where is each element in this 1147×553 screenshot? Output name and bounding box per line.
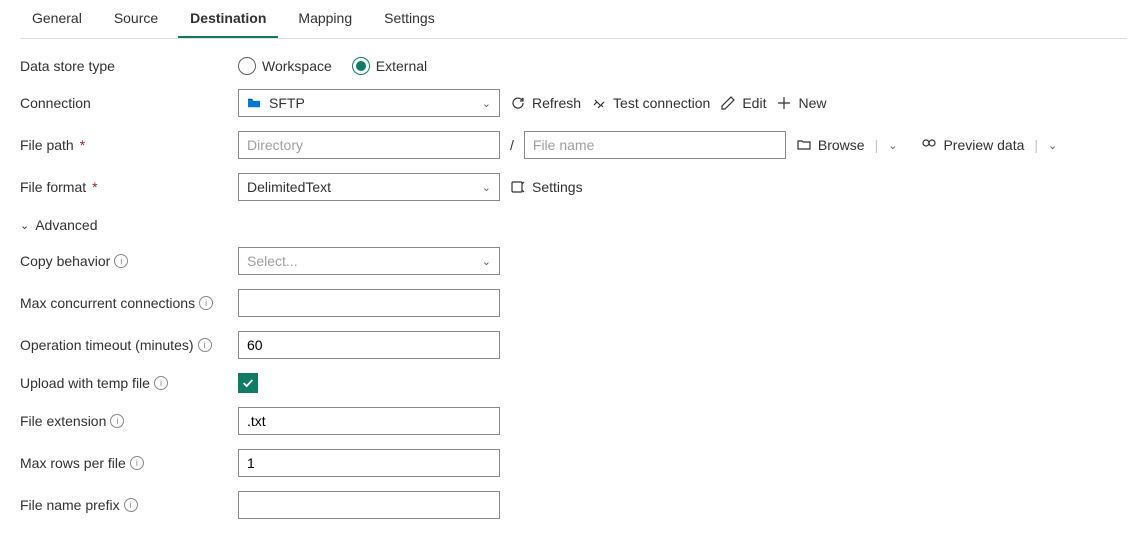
info-icon[interactable]: i bbox=[110, 414, 124, 428]
refresh-icon bbox=[510, 95, 526, 111]
info-icon[interactable]: i bbox=[198, 338, 212, 352]
operation-timeout-input[interactable] bbox=[238, 331, 500, 359]
label-max-concurrent: Max concurrent connections bbox=[20, 295, 195, 311]
required-asterisk-2: * bbox=[92, 179, 97, 195]
label-upload-temp: Upload with temp file bbox=[20, 375, 150, 391]
folder-icon bbox=[247, 97, 261, 109]
checkmark-icon bbox=[241, 376, 255, 390]
filename-input[interactable] bbox=[524, 131, 786, 159]
settings-gear-icon bbox=[510, 179, 526, 195]
row-file-format: File format * DelimitedText ⌄ Settings bbox=[20, 173, 1127, 201]
upload-temp-checkbox[interactable] bbox=[238, 373, 258, 393]
refresh-button[interactable]: Refresh bbox=[510, 95, 581, 111]
settings-label: Settings bbox=[532, 179, 583, 195]
row-file-extension: File extension i bbox=[20, 407, 1127, 435]
radio-circle-icon bbox=[238, 57, 256, 75]
test-connection-button[interactable]: Test connection bbox=[591, 95, 710, 111]
tab-destination[interactable]: Destination bbox=[178, 0, 278, 38]
path-separator: / bbox=[510, 137, 514, 153]
row-operation-timeout: Operation timeout (minutes) i bbox=[20, 331, 1127, 359]
tab-source[interactable]: Source bbox=[102, 0, 170, 38]
new-label: New bbox=[798, 95, 826, 111]
radio-dot-icon bbox=[356, 61, 366, 71]
chevron-down-icon: ⌄ bbox=[482, 255, 491, 268]
label-file-extension: File extension bbox=[20, 413, 106, 429]
label-copy-behavior: Copy behavior bbox=[20, 253, 110, 269]
label-data-store-type: Data store type bbox=[20, 58, 115, 74]
label-file-path: File path bbox=[20, 137, 74, 153]
row-upload-temp: Upload with temp file i bbox=[20, 373, 1127, 393]
max-rows-input[interactable] bbox=[238, 449, 500, 477]
format-settings-button[interactable]: Settings bbox=[510, 179, 583, 195]
label-file-format: File format bbox=[20, 179, 86, 195]
chevron-down-advanced-icon: ⌄ bbox=[20, 219, 29, 232]
browse-folder-icon bbox=[796, 137, 812, 153]
info-icon[interactable]: i bbox=[154, 376, 168, 390]
edit-label: Edit bbox=[742, 95, 766, 111]
file-prefix-input[interactable] bbox=[238, 491, 500, 519]
preview-icon bbox=[921, 137, 937, 153]
row-max-concurrent: Max concurrent connections i bbox=[20, 289, 1127, 317]
directory-input[interactable] bbox=[238, 131, 500, 159]
info-icon[interactable]: i bbox=[124, 498, 138, 512]
radio-external[interactable]: External bbox=[352, 57, 427, 75]
copy-behavior-placeholder: Select... bbox=[247, 253, 298, 269]
info-icon[interactable]: i bbox=[114, 254, 128, 268]
row-file-path: File path * / Browse | ⌄ Preview data | … bbox=[20, 131, 1127, 159]
file-format-value: DelimitedText bbox=[247, 179, 331, 195]
advanced-label: Advanced bbox=[35, 217, 97, 233]
connection-value: SFTP bbox=[269, 95, 305, 111]
divider: | bbox=[875, 137, 879, 153]
row-file-prefix: File name prefix i bbox=[20, 491, 1127, 519]
row-connection: Connection SFTP ⌄ Refresh Test connectio… bbox=[20, 89, 1127, 117]
plus-icon bbox=[776, 95, 792, 111]
required-asterisk: * bbox=[80, 137, 85, 153]
max-concurrent-input[interactable] bbox=[238, 289, 500, 317]
label-connection: Connection bbox=[20, 95, 91, 111]
test-connection-label: Test connection bbox=[613, 95, 710, 111]
tab-mapping[interactable]: Mapping bbox=[286, 0, 364, 38]
label-max-rows: Max rows per file bbox=[20, 455, 126, 471]
browse-chevron-icon[interactable]: ⌄ bbox=[888, 139, 897, 152]
label-operation-timeout: Operation timeout (minutes) bbox=[20, 337, 194, 353]
edit-icon bbox=[720, 95, 736, 111]
test-connection-icon bbox=[591, 95, 607, 111]
file-extension-input[interactable] bbox=[238, 407, 500, 435]
radio-workspace[interactable]: Workspace bbox=[238, 57, 332, 75]
info-icon[interactable]: i bbox=[199, 296, 213, 310]
chevron-down-icon: ⌄ bbox=[482, 97, 491, 110]
radio-circle-selected-icon bbox=[352, 57, 370, 75]
browse-button[interactable]: Browse bbox=[796, 137, 865, 153]
tab-general[interactable]: General bbox=[20, 0, 94, 38]
edit-button[interactable]: Edit bbox=[720, 95, 766, 111]
row-copy-behavior: Copy behavior i Select... ⌄ bbox=[20, 247, 1127, 275]
refresh-label: Refresh bbox=[532, 95, 581, 111]
advanced-toggle[interactable]: ⌄ Advanced bbox=[20, 217, 1127, 233]
file-format-select[interactable]: DelimitedText ⌄ bbox=[238, 173, 500, 201]
row-data-store-type: Data store type Workspace External bbox=[20, 57, 1127, 75]
browse-label: Browse bbox=[818, 137, 865, 153]
preview-chevron-icon[interactable]: ⌄ bbox=[1048, 139, 1057, 152]
tab-settings[interactable]: Settings bbox=[372, 0, 447, 38]
radio-workspace-label: Workspace bbox=[262, 58, 332, 74]
new-button[interactable]: New bbox=[776, 95, 826, 111]
connection-select[interactable]: SFTP ⌄ bbox=[238, 89, 500, 117]
preview-data-label: Preview data bbox=[943, 137, 1024, 153]
preview-data-button[interactable]: Preview data bbox=[921, 137, 1024, 153]
divider-2: | bbox=[1034, 137, 1038, 153]
row-max-rows: Max rows per file i bbox=[20, 449, 1127, 477]
copy-behavior-select[interactable]: Select... ⌄ bbox=[238, 247, 500, 275]
chevron-down-icon: ⌄ bbox=[482, 181, 491, 194]
tabs-row: General Source Destination Mapping Setti… bbox=[20, 0, 1127, 39]
label-file-prefix: File name prefix bbox=[20, 497, 120, 513]
radio-external-label: External bbox=[376, 58, 427, 74]
info-icon[interactable]: i bbox=[130, 456, 144, 470]
radio-group-data-store: Workspace External bbox=[238, 57, 427, 75]
